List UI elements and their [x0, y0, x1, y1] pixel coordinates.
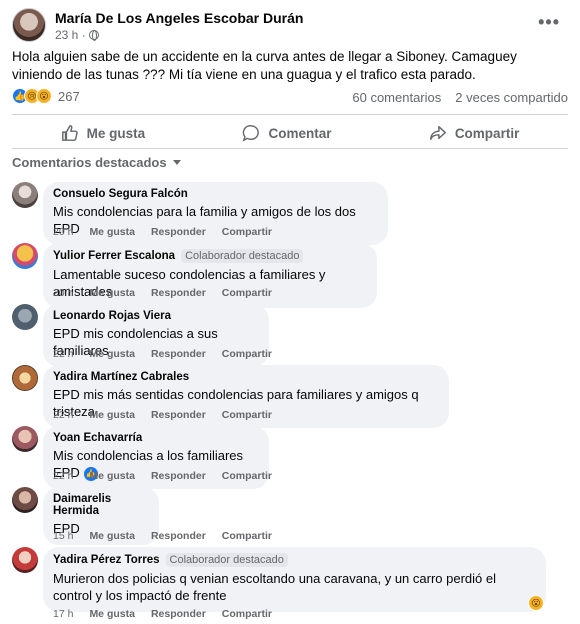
like-button-label: Me gusta — [86, 125, 146, 141]
divider — [12, 148, 568, 149]
avatar[interactable] — [12, 547, 38, 573]
avatar[interactable] — [12, 487, 38, 513]
commenter-name[interactable]: Yulior Ferrer Escalona — [53, 250, 175, 262]
share-icon — [429, 125, 446, 141]
comment-reply-button[interactable]: Responder — [151, 226, 206, 238]
comment-like-button[interactable]: Me gusta — [89, 530, 135, 542]
comment-button[interactable]: Comentar — [242, 124, 332, 142]
reaction-count: 267 — [58, 88, 80, 104]
comment-footer: 17 h Me gusta Responder Compartir — [53, 608, 272, 620]
post-author[interactable]: María De Los Angeles Escobar Durán — [55, 10, 303, 26]
commenter-name[interactable]: Leonardo Rojas Viera — [53, 310, 171, 322]
comment-time[interactable]: 22 h — [53, 470, 73, 482]
comment-reply-button[interactable]: Responder — [151, 409, 206, 421]
comment-like-button[interactable]: Me gusta — [89, 470, 135, 482]
comment-share-button[interactable]: Compartir — [222, 287, 272, 299]
comment-reply-button[interactable]: Responder — [151, 470, 206, 482]
comment-footer: 22 h Me gusta Responder Compartir — [53, 348, 272, 360]
globe-icon — [88, 30, 99, 41]
comment-like-button[interactable]: Me gusta — [89, 287, 135, 299]
like-button[interactable]: Me gusta — [61, 124, 146, 142]
avatar[interactable] — [12, 365, 38, 391]
comment-footer: 20 h Me gusta Responder Compartir — [53, 287, 272, 299]
comment-sort-label: Comentarios destacados — [12, 155, 167, 170]
comment-sort-dropdown[interactable]: Comentarios destacados — [12, 155, 181, 170]
comment-footer: 22 h Me gusta Responder Compartir — [53, 409, 272, 421]
commenter-name[interactable]: Consuelo Segura Falcón — [53, 188, 188, 200]
post-text: Hola alguien sabe de un accidente en la … — [12, 49, 517, 82]
comment-icon — [243, 125, 260, 142]
comment-share-button[interactable]: Compartir — [222, 226, 272, 238]
post-header: María De Los Angeles Escobar Durán 23 h … — [12, 8, 568, 44]
comment-reply-button[interactable]: Responder — [151, 287, 206, 299]
top-contributor-badge: Colaborador destacado — [165, 553, 288, 567]
avatar[interactable] — [12, 243, 38, 269]
reactions-summary[interactable]: 👍 😢 😮 267 — [12, 88, 80, 104]
comment-like-button[interactable]: Me gusta — [89, 226, 135, 238]
commenter-name[interactable]: Yadira Pérez Torres — [53, 554, 160, 566]
shares-count[interactable]: 2 veces compartido — [455, 90, 568, 105]
author-avatar[interactable] — [12, 8, 46, 42]
comment-share-button[interactable]: Compartir — [222, 409, 272, 421]
share-button[interactable]: Compartir — [429, 124, 520, 142]
wow-reaction-icon: 😮 — [36, 88, 52, 104]
comment-text: Murieron dos policias q venian escoltand… — [53, 571, 496, 603]
commenter-name[interactable]: Yadira Martínez Cabrales — [53, 371, 189, 383]
comment-footer: 20 h Me gusta Responder Compartir — [53, 226, 272, 238]
avatar[interactable] — [12, 304, 38, 330]
comment-reply-button[interactable]: Responder — [151, 530, 206, 542]
divider — [12, 114, 568, 115]
comment-time[interactable]: 20 h — [53, 287, 73, 299]
comment-time[interactable]: 17 h — [53, 608, 73, 620]
post-meta: 23 h · — [55, 28, 99, 42]
comment-like-button[interactable]: Me gusta — [89, 608, 135, 620]
comment-bubble: Yadira Pérez Torres Colaborador destacad… — [43, 547, 546, 612]
comment-like-button[interactable]: Me gusta — [89, 348, 135, 360]
thumbs-up-icon — [61, 125, 78, 141]
post-actions: Me gusta Comentar Compartir — [12, 118, 568, 148]
comments-count[interactable]: 60 comentarios — [352, 90, 441, 105]
more-options-icon[interactable]: ••• — [538, 12, 560, 33]
comment-footer: 22 h Me gusta Responder Compartir — [53, 470, 272, 482]
top-contributor-badge: Colaborador destacado — [181, 249, 304, 263]
comment-time[interactable]: 20 h — [53, 226, 73, 238]
comment-footer: 15 h Me gusta Responder Compartir — [53, 530, 272, 542]
avatar[interactable] — [12, 426, 38, 452]
post-time[interactable]: 23 h · — [55, 28, 86, 42]
comment-share-button[interactable]: Compartir — [222, 470, 272, 482]
comment-time[interactable]: 22 h — [53, 409, 73, 421]
comment-time[interactable]: 15 h — [53, 530, 73, 542]
post-stats: 👍 😢 😮 267 60 comentarios 2 veces compart… — [12, 88, 568, 108]
wow-reaction-icon[interactable]: 😮 — [528, 595, 544, 611]
share-button-label: Compartir — [454, 125, 520, 141]
commenter-name[interactable]: Yoan Echavarría — [53, 432, 142, 444]
comment-share-button[interactable]: Compartir — [222, 348, 272, 360]
comment-share-button[interactable]: Compartir — [222, 608, 272, 620]
caret-down-icon — [172, 160, 181, 165]
comment-reply-button[interactable]: Responder — [151, 608, 206, 620]
commenter-name[interactable]: Daimarelis Hermida — [53, 493, 149, 517]
comment-share-button[interactable]: Compartir — [222, 530, 272, 542]
comment-like-button[interactable]: Me gusta — [89, 409, 135, 421]
avatar[interactable] — [12, 182, 38, 208]
comment-time[interactable]: 22 h — [53, 348, 73, 360]
comment-button-label: Comentar — [268, 125, 332, 141]
comment-reply-button[interactable]: Responder — [151, 348, 206, 360]
